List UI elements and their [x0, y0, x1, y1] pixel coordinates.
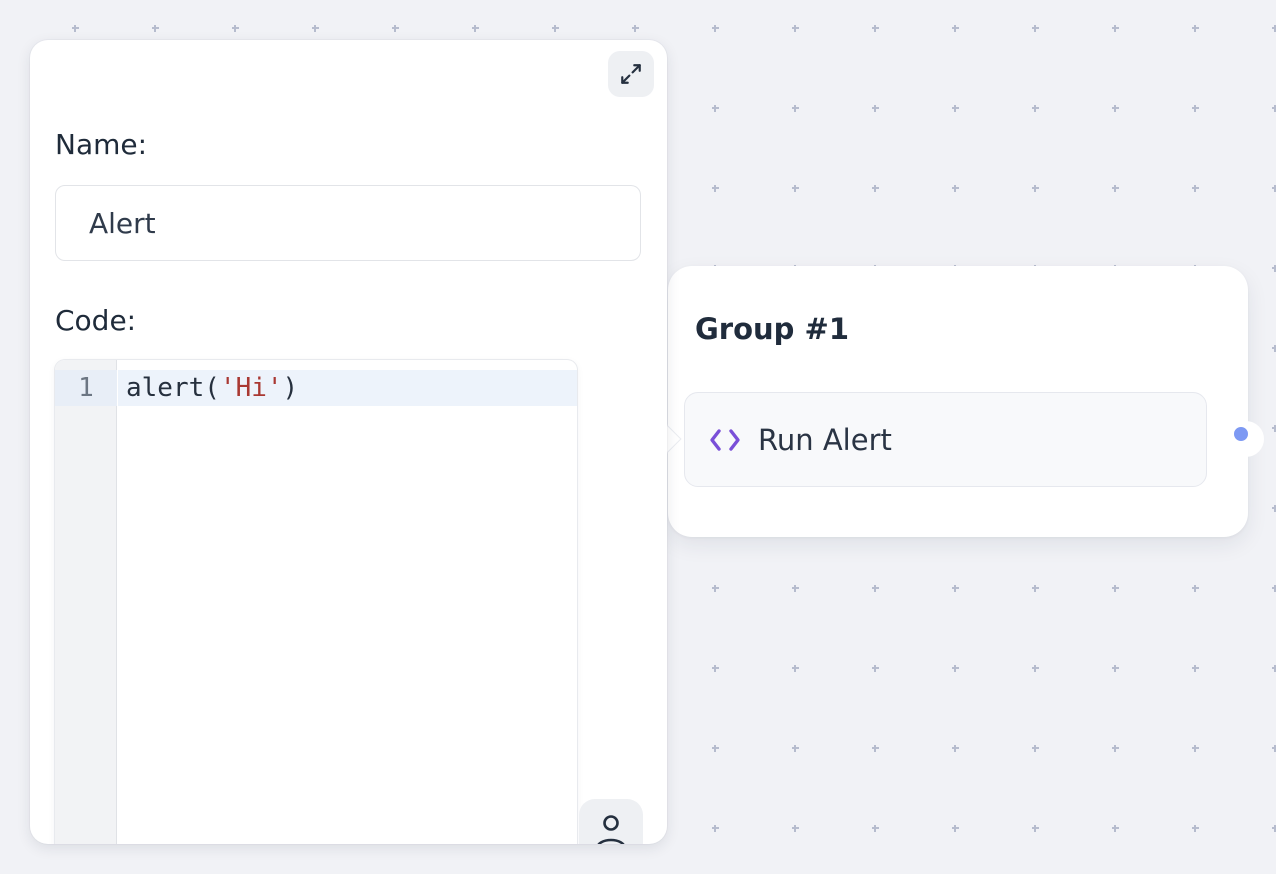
line-number: 1	[55, 370, 117, 406]
code-label: Code:	[55, 304, 136, 337]
code-token-string: 'Hi'	[220, 373, 283, 403]
user-button[interactable]	[579, 799, 643, 844]
grid-dot	[1112, 665, 1119, 672]
grid-dot	[1272, 585, 1276, 592]
grid-dot	[952, 105, 959, 112]
grid-dot	[872, 585, 879, 592]
group-card[interactable]: Group #1 Run Alert	[668, 266, 1248, 537]
name-label: Name:	[55, 128, 147, 161]
grid-dot	[1272, 265, 1276, 272]
grid-dot	[472, 25, 479, 32]
grid-dot	[392, 25, 399, 32]
grid-dot	[792, 585, 799, 592]
grid-dot	[712, 745, 719, 752]
user-icon	[589, 809, 633, 844]
grid-dot	[1192, 105, 1199, 112]
grid-dot	[792, 745, 799, 752]
grid-dot	[872, 665, 879, 672]
code-line: alert('Hi')	[126, 370, 298, 406]
grid-dot	[792, 825, 799, 832]
grid-dot	[952, 25, 959, 32]
code-token-default: )	[283, 373, 299, 403]
grid-dot	[1272, 185, 1276, 192]
grid-dot	[1032, 185, 1039, 192]
connection-handle-halo	[1228, 421, 1264, 457]
grid-dot	[1192, 665, 1199, 672]
grid-dot	[1032, 105, 1039, 112]
grid-dot	[1272, 345, 1276, 352]
grid-dot	[792, 105, 799, 112]
run-alert-node[interactable]: Run Alert	[684, 392, 1207, 487]
grid-dot	[872, 105, 879, 112]
node-label: Run Alert	[758, 423, 892, 457]
grid-dot	[1032, 665, 1039, 672]
grid-dot	[1032, 585, 1039, 592]
grid-dot	[712, 105, 719, 112]
grid-dot	[792, 25, 799, 32]
grid-dot	[1112, 185, 1119, 192]
grid-dot	[1272, 745, 1276, 752]
expand-button[interactable]	[608, 51, 654, 97]
grid-dot	[232, 25, 239, 32]
grid-dot	[712, 585, 719, 592]
grid-dot	[1032, 745, 1039, 752]
grid-dot	[1192, 825, 1199, 832]
grid-dot	[952, 665, 959, 672]
grid-dot	[712, 185, 719, 192]
grid-dot	[1032, 825, 1039, 832]
node-config-panel: Name: Code: 1 alert('Hi')	[30, 40, 667, 844]
grid-dot	[1192, 585, 1199, 592]
grid-dot	[72, 25, 79, 32]
grid-dot	[1112, 745, 1119, 752]
grid-dot	[1272, 505, 1276, 512]
expand-icon	[619, 62, 643, 86]
grid-dot	[312, 25, 319, 32]
grid-dot	[1272, 25, 1276, 32]
grid-dot	[1112, 825, 1119, 832]
grid-dot	[952, 585, 959, 592]
grid-dot	[1112, 25, 1119, 32]
code-icon	[707, 425, 743, 455]
grid-dot	[792, 185, 799, 192]
grid-dot	[632, 25, 639, 32]
grid-dot	[712, 665, 719, 672]
grid-dot	[152, 25, 159, 32]
grid-dot	[952, 825, 959, 832]
grid-dot	[1192, 25, 1199, 32]
grid-dot	[1192, 745, 1199, 752]
grid-dot	[1272, 105, 1276, 112]
grid-dot	[872, 825, 879, 832]
grid-dot	[1272, 825, 1276, 832]
grid-dot	[1032, 25, 1039, 32]
code-editor[interactable]: 1 alert('Hi')	[55, 360, 577, 844]
grid-dot	[712, 25, 719, 32]
grid-dot	[1192, 185, 1199, 192]
name-input[interactable]	[55, 185, 641, 261]
grid-dot	[872, 745, 879, 752]
code-token-default: alert(	[126, 373, 220, 403]
connection-handle[interactable]	[1234, 427, 1248, 441]
grid-dot	[1112, 105, 1119, 112]
grid-dot	[1272, 425, 1276, 432]
line-number-gutter: 1	[55, 360, 117, 844]
grid-dot	[1272, 665, 1276, 672]
grid-dot	[552, 25, 559, 32]
grid-dot	[952, 185, 959, 192]
grid-dot	[792, 665, 799, 672]
grid-dot	[1112, 585, 1119, 592]
grid-dot	[712, 825, 719, 832]
grid-dot	[872, 185, 879, 192]
grid-dot	[872, 25, 879, 32]
grid-dot	[952, 745, 959, 752]
group-title: Group #1	[695, 312, 849, 346]
